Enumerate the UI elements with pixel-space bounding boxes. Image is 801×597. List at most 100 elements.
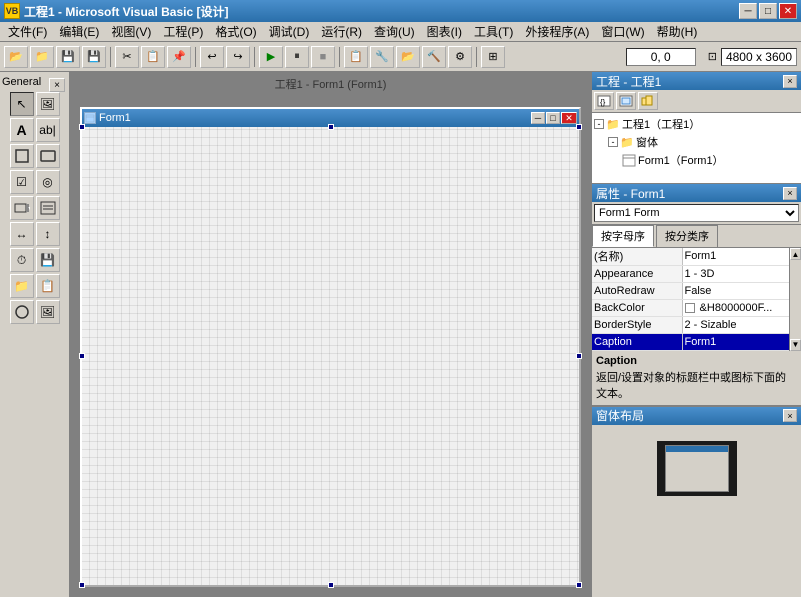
toolbar-save[interactable]: 💾 bbox=[56, 46, 80, 68]
menu-format[interactable]: 格式(O) bbox=[209, 21, 262, 42]
tool-label[interactable]: A bbox=[10, 118, 34, 142]
props-panel-close[interactable]: × bbox=[783, 187, 797, 200]
prop-row-caption[interactable]: Caption Form1 bbox=[592, 333, 801, 350]
menu-tools[interactable]: 工具(T) bbox=[468, 21, 519, 42]
toolbar-menu1[interactable]: 📋 bbox=[344, 46, 368, 68]
tree-item-forms[interactable]: - 📁 窗体 bbox=[594, 133, 799, 151]
tool-textbox[interactable]: ab| bbox=[36, 118, 60, 142]
tool-shape[interactable] bbox=[10, 300, 34, 324]
prop-row-name[interactable]: (名称) Form1 bbox=[592, 248, 801, 265]
tool-pointer[interactable]: ↖ bbox=[10, 92, 34, 116]
tool-combobox[interactable]: ▼ bbox=[10, 196, 34, 220]
prop-row-backcolor[interactable]: BackColor &H8000000F... bbox=[592, 299, 801, 316]
prop-value-autoredraw[interactable]: False bbox=[682, 282, 801, 299]
tree-expand-project[interactable]: - bbox=[594, 119, 604, 129]
prop-row-appearance[interactable]: Appearance 1 - 3D bbox=[592, 265, 801, 282]
tree-item-project[interactable]: - 📁 工程1（工程1） bbox=[594, 115, 799, 133]
toolbar-run[interactable]: ▶ bbox=[259, 46, 283, 68]
form-body[interactable] bbox=[82, 127, 579, 585]
tool-frame[interactable] bbox=[10, 144, 34, 168]
menu-edit[interactable]: 编辑(E) bbox=[53, 21, 105, 42]
project-panel-title: 工程 - 工程1 bbox=[596, 73, 661, 90]
toolbar-new[interactable]: 📂 bbox=[4, 46, 28, 68]
tool-vscrollbar[interactable]: ↕ bbox=[36, 222, 60, 246]
handle-ml[interactable] bbox=[79, 353, 85, 359]
tree-expand-forms[interactable]: - bbox=[608, 137, 618, 147]
menu-debug[interactable]: 调试(D) bbox=[263, 21, 316, 42]
props-scrollbar[interactable]: ▲ ▼ bbox=[789, 248, 801, 351]
prop-value-caption[interactable]: Form1 bbox=[682, 333, 801, 350]
prop-row-autoredraw[interactable]: AutoRedraw False bbox=[592, 282, 801, 299]
prop-value-appearance[interactable]: 1 - 3D bbox=[682, 265, 801, 282]
menu-diagram[interactable]: 图表(I) bbox=[421, 21, 468, 42]
form-close-btn[interactable]: ✕ bbox=[561, 112, 577, 124]
menu-view[interactable]: 视图(V) bbox=[105, 21, 157, 42]
menu-window[interactable]: 窗口(W) bbox=[595, 21, 650, 42]
menu-addins[interactable]: 外接程序(A) bbox=[519, 21, 595, 42]
toolbar-redo[interactable]: ↪ bbox=[226, 46, 250, 68]
toolbar-stop[interactable]: ■ bbox=[311, 46, 335, 68]
form-title-controls: ─ □ ✕ bbox=[531, 112, 577, 124]
tool-image[interactable]: 🖼 bbox=[36, 300, 60, 324]
toolbar-pause[interactable]: ⏸ bbox=[285, 46, 309, 68]
tool-listbox[interactable] bbox=[36, 196, 60, 220]
layout-panel-close[interactable]: × bbox=[783, 409, 797, 422]
form-window[interactable]: Form1 ─ □ ✕ bbox=[80, 107, 581, 587]
menu-help[interactable]: 帮助(H) bbox=[651, 21, 704, 42]
tool-picture[interactable]: 🖼 bbox=[36, 92, 60, 116]
props-tab-alpha[interactable]: 按字母序 bbox=[592, 225, 654, 247]
menu-run[interactable]: 运行(R) bbox=[315, 21, 368, 42]
toolbar-grid[interactable]: ⊞ bbox=[481, 46, 505, 68]
project-view-object[interactable] bbox=[616, 92, 636, 110]
toolbox-close-button[interactable]: × bbox=[49, 78, 65, 92]
layout-panel-title: 窗体布局 bbox=[596, 407, 644, 424]
prop-value-name[interactable]: Form1 bbox=[682, 248, 801, 265]
props-object-select[interactable]: Form1 Form bbox=[594, 204, 799, 222]
prop-value-borderstyle[interactable]: 2 - Sizable bbox=[682, 316, 801, 333]
tool-hscrollbar[interactable]: ↔ bbox=[10, 222, 34, 246]
form-maximize-btn[interactable]: □ bbox=[546, 112, 560, 124]
toolbar-undo[interactable]: ↩ bbox=[200, 46, 224, 68]
tool-drivelistbox[interactable]: 💾 bbox=[36, 248, 60, 272]
handle-tr[interactable] bbox=[576, 124, 582, 130]
handle-tl[interactable] bbox=[79, 124, 85, 130]
handle-br[interactable] bbox=[576, 582, 582, 588]
scrollbar-down[interactable]: ▼ bbox=[790, 339, 801, 351]
tool-dirlistbox[interactable]: 📁 bbox=[10, 274, 34, 298]
menu-project[interactable]: 工程(P) bbox=[157, 21, 209, 42]
prop-row-borderstyle[interactable]: BorderStyle 2 - Sizable bbox=[592, 316, 801, 333]
toolbar-tools[interactable]: 🔨 bbox=[422, 46, 446, 68]
toolbar-save2[interactable]: 💾 bbox=[82, 46, 106, 68]
handle-mr[interactable] bbox=[576, 353, 582, 359]
project-view-code[interactable]: {} bbox=[594, 92, 614, 110]
toolbar-menu3[interactable]: 📂 bbox=[396, 46, 420, 68]
form-minimize-btn[interactable]: ─ bbox=[531, 112, 545, 124]
toolbar-copy[interactable]: 📋 bbox=[141, 46, 165, 68]
toolbar-gear[interactable]: ⚙ bbox=[448, 46, 472, 68]
props-tab-category[interactable]: 按分类序 bbox=[656, 225, 718, 247]
scrollbar-up[interactable]: ▲ bbox=[790, 248, 801, 260]
tool-checkbox[interactable]: ☑ bbox=[10, 170, 34, 194]
tool-optionbutton[interactable]: ◎ bbox=[36, 170, 60, 194]
project-toggle-folders[interactable] bbox=[638, 92, 658, 110]
toolbar-paste[interactable]: 📌 bbox=[167, 46, 191, 68]
maximize-button[interactable]: □ bbox=[759, 3, 777, 19]
layout-preview[interactable] bbox=[657, 441, 737, 496]
handle-tm[interactable] bbox=[328, 124, 334, 130]
toolbar-menu2[interactable]: 🔧 bbox=[370, 46, 394, 68]
tool-timer[interactable]: ⏱ bbox=[10, 248, 34, 272]
close-button[interactable]: ✕ bbox=[779, 3, 797, 19]
toolbar-open[interactable]: 📁 bbox=[30, 46, 54, 68]
prop-value-backcolor[interactable]: &H8000000F... bbox=[682, 299, 801, 316]
tool-commandbutton[interactable] bbox=[36, 144, 60, 168]
menu-file[interactable]: 文件(F) bbox=[2, 21, 53, 42]
tree-item-form1[interactable]: Form1（Form1） bbox=[594, 151, 799, 169]
design-area[interactable]: 工程1 - Form1 (Form1) Form1 ─ □ ✕ bbox=[70, 72, 591, 597]
toolbar-cut[interactable]: ✂ bbox=[115, 46, 139, 68]
handle-bl[interactable] bbox=[79, 582, 85, 588]
handle-bm[interactable] bbox=[328, 582, 334, 588]
project-panel-close[interactable]: × bbox=[783, 75, 797, 88]
minimize-button[interactable]: ─ bbox=[739, 3, 757, 19]
tool-filelistbox[interactable]: 📋 bbox=[36, 274, 60, 298]
menu-query[interactable]: 查询(U) bbox=[368, 21, 421, 42]
